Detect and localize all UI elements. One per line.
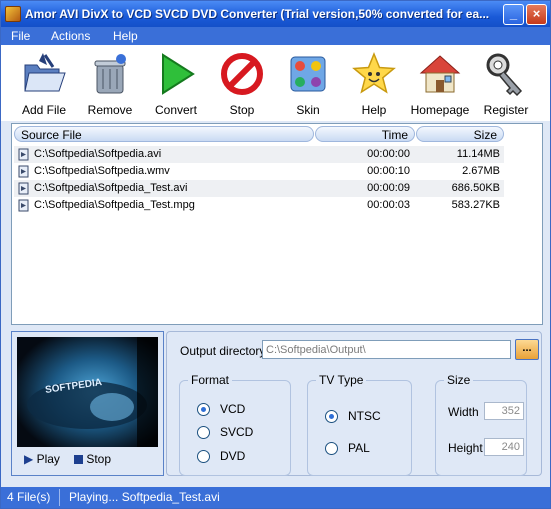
title-bar[interactable]: Amor AVI DivX to VCD SVCD DVD Converter … — [1, 1, 550, 27]
file-list-header: Source File Time Size — [12, 124, 542, 144]
homepage-button[interactable]: Homepage — [409, 49, 471, 119]
status-file-count: 4 File(s) — [7, 490, 51, 504]
house-icon — [419, 55, 461, 93]
row-file-name: C:\Softpedia\Softpedia.avi — [34, 148, 162, 160]
homepage-label: Homepage — [410, 103, 470, 117]
preview-play-button[interactable]: ▶ Play — [24, 452, 60, 466]
row-file-name: C:\Softpedia\Softpedia_Test.mpg — [34, 199, 195, 211]
tv-type-group: TV Type NTSC PAL — [307, 373, 412, 476]
video-file-icon — [18, 199, 29, 212]
stop-label: Stop — [229, 103, 255, 117]
height-input[interactable] — [484, 438, 524, 456]
window-title: Amor AVI DivX to VCD SVCD DVD Converter … — [25, 7, 490, 21]
format-svcd-label[interactable]: SVCD — [220, 425, 253, 439]
video-preview: SOFTPEDIA — [17, 337, 158, 447]
output-directory-label: Output directory: — [180, 344, 269, 358]
format-vcd-radio[interactable] — [197, 403, 210, 416]
table-row[interactable]: C:\Softpedia\Softpedia_Test.mpg 00:00:03… — [14, 197, 504, 214]
table-row[interactable]: C:\Softpedia\Softpedia.avi 00:00:00 11.1… — [14, 146, 504, 163]
row-file-name: C:\Softpedia\Softpedia_Test.avi — [34, 182, 188, 194]
minimize-button[interactable]: _ — [503, 4, 524, 25]
format-dvd-label[interactable]: DVD — [220, 449, 245, 463]
format-svcd-radio[interactable] — [197, 426, 210, 439]
format-group: Format VCD SVCD DVD — [179, 373, 291, 476]
width-input[interactable] — [484, 402, 524, 420]
format-group-title: Format — [188, 373, 233, 387]
output-settings-panel: Output directory: ... Format VCD SVCD DV… — [166, 331, 542, 476]
video-file-icon — [18, 165, 29, 178]
menu-help[interactable]: Help — [113, 29, 138, 43]
menu-actions[interactable]: Actions — [51, 29, 90, 43]
skin-label: Skin — [296, 103, 320, 117]
file-list[interactable]: Source File Time Size C:\Softpedia\Softp… — [11, 123, 543, 325]
height-label: Height — [448, 441, 483, 455]
help-button[interactable]: Help — [343, 49, 405, 119]
column-source-file[interactable]: Source File — [14, 126, 314, 142]
toolbar: Add File Remove Convert Stop Skin Help H… — [1, 45, 550, 121]
play-arrow-icon — [162, 53, 195, 95]
format-dvd-radio[interactable] — [197, 450, 210, 463]
row-time: 00:00:10 — [367, 165, 410, 177]
width-label: Width — [448, 405, 479, 419]
register-button[interactable]: Register — [475, 49, 537, 119]
row-time: 00:00:03 — [367, 199, 410, 211]
convert-label: Convert — [154, 103, 198, 117]
video-frame-image — [17, 337, 158, 447]
table-row[interactable]: C:\Softpedia\Softpedia_Test.avi 00:00:09… — [14, 180, 504, 197]
help-label: Help — [361, 103, 387, 117]
app-window: Amor AVI DivX to VCD SVCD DVD Converter … — [0, 0, 551, 509]
convert-button[interactable]: Convert — [145, 49, 207, 119]
stop-square-icon — [74, 455, 83, 464]
menu-file[interactable]: File — [11, 29, 30, 43]
size-group-title: Size — [444, 373, 474, 387]
play-label: Play — [36, 452, 60, 466]
tv-ntsc-radio[interactable] — [325, 410, 338, 423]
size-group: Size Width Height — [435, 373, 527, 476]
add-file-label: Add File — [21, 103, 67, 117]
row-size: 686.50KB — [451, 182, 500, 194]
skin-button[interactable]: Skin — [277, 49, 339, 119]
close-button[interactable]: × — [526, 4, 547, 25]
skin-palette-icon — [290, 56, 326, 92]
remove-button[interactable]: Remove — [79, 49, 141, 119]
row-time: 00:00:00 — [367, 148, 410, 160]
row-time: 00:00:09 — [367, 182, 410, 194]
row-size: 583.27KB — [451, 199, 500, 211]
video-file-icon — [18, 148, 29, 161]
row-size: 2.67MB — [462, 165, 500, 177]
table-row[interactable]: C:\Softpedia\Softpedia.wmv 00:00:10 2.67… — [14, 163, 504, 180]
status-separator — [59, 489, 60, 506]
format-vcd-label[interactable]: VCD — [220, 402, 245, 416]
star-face-icon — [352, 52, 396, 94]
open-folder-icon — [24, 53, 66, 92]
preview-panel: SOFTPEDIA ▶ Play Stop — [11, 331, 164, 476]
video-file-icon — [18, 182, 29, 195]
play-icon: ▶ — [24, 452, 34, 466]
add-file-button[interactable]: Add File — [13, 49, 75, 119]
browse-button[interactable]: ... — [515, 339, 539, 360]
tv-pal-radio[interactable] — [325, 442, 338, 455]
key-icon — [486, 53, 523, 97]
tv-ntsc-label[interactable]: NTSC — [348, 409, 381, 423]
row-file-name: C:\Softpedia\Softpedia.wmv — [34, 165, 170, 177]
status-bar: 4 File(s) Playing... Softpedia_Test.avi — [1, 487, 550, 508]
row-size: 11.14MB — [456, 148, 500, 160]
stop-button[interactable]: Stop — [211, 49, 273, 119]
stop-preview-label: Stop — [86, 452, 112, 466]
tv-type-group-title: TV Type — [316, 373, 367, 387]
preview-stop-button[interactable]: Stop — [74, 452, 111, 466]
register-label: Register — [483, 103, 529, 117]
menu-bar: File Actions Help — [1, 27, 550, 45]
remove-label: Remove — [87, 103, 133, 117]
status-message: Playing... Softpedia_Test.avi — [69, 490, 220, 504]
app-logo-icon — [5, 6, 21, 22]
trash-can-icon — [94, 54, 126, 94]
tv-pal-label[interactable]: PAL — [348, 441, 370, 455]
output-directory-input[interactable] — [262, 340, 511, 359]
column-time[interactable]: Time — [315, 126, 415, 142]
stop-sign-icon — [221, 53, 263, 95]
column-size[interactable]: Size — [416, 126, 504, 142]
